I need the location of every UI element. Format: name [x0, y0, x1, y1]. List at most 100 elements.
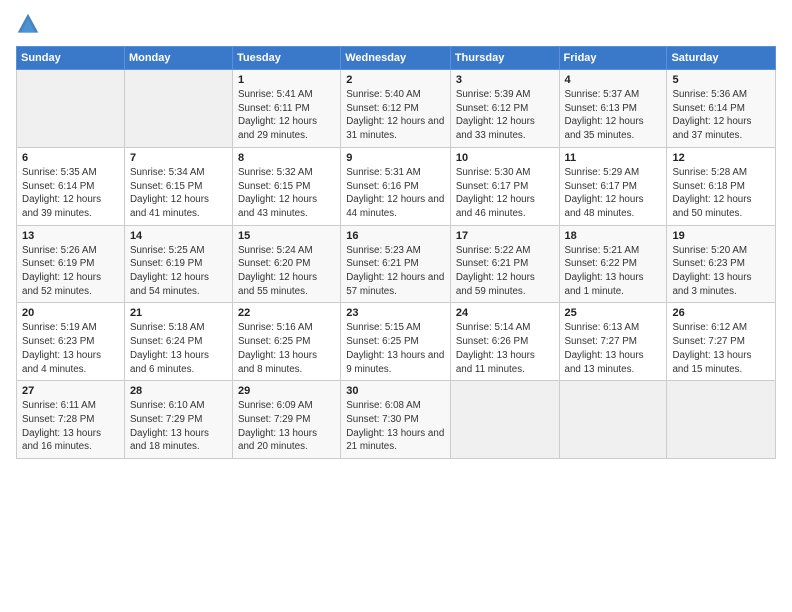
calendar-body: 1Sunrise: 5:41 AMSunset: 6:11 PMDaylight… [17, 70, 776, 459]
cell-info: Sunrise: 5:23 AMSunset: 6:21 PMDaylight:… [346, 244, 445, 299]
cell-info: Sunrise: 6:09 AMSunset: 7:29 PMDaylight:… [238, 399, 335, 454]
calendar-cell: 24Sunrise: 5:14 AMSunset: 6:26 PMDayligh… [450, 303, 559, 381]
cell-info: Sunrise: 5:26 AMSunset: 6:19 PMDaylight:… [22, 244, 119, 299]
cell-day-number: 10 [456, 152, 554, 164]
cell-info: Sunrise: 5:24 AMSunset: 6:20 PMDaylight:… [238, 244, 335, 299]
calendar-cell: 21 Sunrise: 5:18 AMSunset: 6:24 PMDayligh… [124, 303, 232, 381]
cell-day-number: 14 [130, 230, 227, 242]
cell-day-number: 9 [346, 152, 445, 164]
calendar-cell [559, 381, 667, 459]
week-row-3: 13 Sunrise: 5:26 AMSunset: 6:19 PMDayligh… [17, 225, 776, 303]
cell-day-number: 26 [672, 307, 770, 319]
week-row-4: 20 Sunrise: 5:19 AMSunset: 6:23 PMDayligh… [17, 303, 776, 381]
cell-info: Sunrise: 5:40 AMSunset: 6:12 PMDaylight:… [346, 88, 445, 143]
calendar-cell: 20 Sunrise: 5:19 AMSunset: 6:23 PMDayligh… [17, 303, 125, 381]
cell-day-number: 12 [672, 152, 770, 164]
calendar-cell [124, 70, 232, 148]
cell-info: Sunrise: 5:34 AMSunset: 6:15 PMDaylight:… [130, 166, 227, 221]
cell-day-number: 30 [346, 385, 445, 397]
logo-icon [16, 12, 40, 36]
cell-info: Sunrise: 6:13 AMSunset: 7:27 PMDaylight:… [565, 321, 662, 376]
calendar-cell: 18 Sunrise: 5:21 AMSunset: 6:22 PMDayligh… [559, 225, 667, 303]
calendar-cell: 27Sunrise: 6:11 AMSunset: 7:28 PMDayligh… [17, 381, 125, 459]
cell-info: Sunrise: 6:10 AMSunset: 7:29 PMDaylight:… [130, 399, 227, 454]
week-row-1: 1Sunrise: 5:41 AMSunset: 6:11 PMDaylight… [17, 70, 776, 148]
cell-info: Sunrise: 5:15 AMSunset: 6:25 PMDaylight:… [346, 321, 445, 376]
cell-day-number: 7 [130, 152, 227, 164]
cell-day-number: 3 [456, 74, 554, 86]
day-header-monday: Monday [124, 47, 232, 70]
calendar-cell: 15 Sunrise: 5:24 AMSunset: 6:20 PMDayligh… [233, 225, 341, 303]
cell-info: Sunrise: 5:18 AMSunset: 6:24 PMDaylight:… [130, 321, 227, 376]
cell-info: Sunrise: 5:28 AMSunset: 6:18 PMDaylight:… [672, 166, 770, 221]
calendar-cell: 13 Sunrise: 5:26 AMSunset: 6:19 PMDayligh… [17, 225, 125, 303]
calendar-table: SundayMondayTuesdayWednesdayThursdayFrid… [16, 46, 776, 459]
cell-info: Sunrise: 5:35 AMSunset: 6:14 PMDaylight:… [22, 166, 119, 221]
calendar-cell: 19 Sunrise: 5:20 AMSunset: 6:23 PMDayligh… [667, 225, 776, 303]
calendar-cell: 7 Sunrise: 5:34 AMSunset: 6:15 PMDaylight… [124, 147, 232, 225]
cell-info: Sunrise: 6:12 AMSunset: 7:27 PMDaylight:… [672, 321, 770, 376]
header-row: SundayMondayTuesdayWednesdayThursdayFrid… [17, 47, 776, 70]
calendar-cell: 12 Sunrise: 5:28 AMSunset: 6:18 PMDayligh… [667, 147, 776, 225]
calendar-cell [450, 381, 559, 459]
cell-day-number: 23 [346, 307, 445, 319]
calendar-cell: 17 Sunrise: 5:22 AMSunset: 6:21 PMDayligh… [450, 225, 559, 303]
cell-info: Sunrise: 5:20 AMSunset: 6:23 PMDaylight:… [672, 244, 770, 299]
calendar-cell: 5 Sunrise: 5:36 AMSunset: 6:14 PMDaylight… [667, 70, 776, 148]
cell-info: Sunrise: 5:36 AMSunset: 6:14 PMDaylight:… [672, 88, 770, 143]
cell-info: Sunrise: 5:31 AMSunset: 6:16 PMDaylight:… [346, 166, 445, 221]
cell-day-number: 20 [22, 307, 119, 319]
calendar-cell: 14 Sunrise: 5:25 AMSunset: 6:19 PMDayligh… [124, 225, 232, 303]
cell-info: Sunrise: 5:16 AMSunset: 6:25 PMDaylight:… [238, 321, 335, 376]
calendar-cell: 3 Sunrise: 5:39 AMSunset: 6:12 PMDaylight… [450, 70, 559, 148]
cell-info: Sunrise: 5:25 AMSunset: 6:19 PMDaylight:… [130, 244, 227, 299]
cell-info: Sunrise: 5:21 AMSunset: 6:22 PMDaylight:… [565, 244, 662, 299]
cell-day-number: 16 [346, 230, 445, 242]
cell-day-number: 17 [456, 230, 554, 242]
calendar-cell: 29 Sunrise: 6:09 AMSunset: 7:29 PMDayligh… [233, 381, 341, 459]
calendar-cell: 30 Sunrise: 6:08 AMSunset: 7:30 PMDayligh… [341, 381, 451, 459]
week-row-5: 27Sunrise: 6:11 AMSunset: 7:28 PMDayligh… [17, 381, 776, 459]
day-header-friday: Friday [559, 47, 667, 70]
day-header-tuesday: Tuesday [233, 47, 341, 70]
cell-day-number: 5 [672, 74, 770, 86]
cell-day-number: 29 [238, 385, 335, 397]
calendar-cell: 2Sunrise: 5:40 AMSunset: 6:12 PMDaylight… [341, 70, 451, 148]
cell-info: Sunrise: 5:19 AMSunset: 6:23 PMDaylight:… [22, 321, 119, 376]
calendar-cell [667, 381, 776, 459]
cell-day-number: 25 [565, 307, 662, 319]
calendar-cell: 1Sunrise: 5:41 AMSunset: 6:11 PMDaylight… [233, 70, 341, 148]
cell-day-number: 13 [22, 230, 119, 242]
day-header-thursday: Thursday [450, 47, 559, 70]
day-header-wednesday: Wednesday [341, 47, 451, 70]
calendar-cell: 9 Sunrise: 5:31 AMSunset: 6:16 PMDaylight… [341, 147, 451, 225]
cell-day-number: 6 [22, 152, 119, 164]
day-header-saturday: Saturday [667, 47, 776, 70]
cell-day-number: 21 [130, 307, 227, 319]
calendar-cell: 28Sunrise: 6:10 AMSunset: 7:29 PMDayligh… [124, 381, 232, 459]
calendar-cell: 16 Sunrise: 5:23 AMSunset: 6:21 PMDayligh… [341, 225, 451, 303]
calendar-cell: 22Sunrise: 5:16 AMSunset: 6:25 PMDayligh… [233, 303, 341, 381]
calendar-cell: 25 Sunrise: 6:13 AMSunset: 7:27 PMDayligh… [559, 303, 667, 381]
cell-day-number: 18 [565, 230, 662, 242]
cell-info: Sunrise: 5:37 AMSunset: 6:13 PMDaylight:… [565, 88, 662, 143]
logo [16, 12, 44, 36]
cell-info: Sunrise: 5:32 AMSunset: 6:15 PMDaylight:… [238, 166, 335, 221]
calendar-cell: 8Sunrise: 5:32 AMSunset: 6:15 PMDaylight… [233, 147, 341, 225]
week-row-2: 6 Sunrise: 5:35 AMSunset: 6:14 PMDaylight… [17, 147, 776, 225]
cell-day-number: 1 [238, 74, 335, 86]
header [16, 12, 776, 36]
calendar-header: SundayMondayTuesdayWednesdayThursdayFrid… [17, 47, 776, 70]
calendar-cell [17, 70, 125, 148]
cell-info: Sunrise: 5:22 AMSunset: 6:21 PMDaylight:… [456, 244, 554, 299]
calendar-cell: 6 Sunrise: 5:35 AMSunset: 6:14 PMDaylight… [17, 147, 125, 225]
cell-info: Sunrise: 5:39 AMSunset: 6:12 PMDaylight:… [456, 88, 554, 143]
cell-day-number: 24 [456, 307, 554, 319]
calendar-cell: 26 Sunrise: 6:12 AMSunset: 7:27 PMDayligh… [667, 303, 776, 381]
cell-day-number: 19 [672, 230, 770, 242]
cell-info: Sunrise: 5:29 AMSunset: 6:17 PMDaylight:… [565, 166, 662, 221]
calendar-cell: 4Sunrise: 5:37 AMSunset: 6:13 PMDaylight… [559, 70, 667, 148]
cell-day-number: 15 [238, 230, 335, 242]
cell-info: Sunrise: 6:08 AMSunset: 7:30 PMDaylight:… [346, 399, 445, 454]
calendar-cell: 10Sunrise: 5:30 AMSunset: 6:17 PMDayligh… [450, 147, 559, 225]
